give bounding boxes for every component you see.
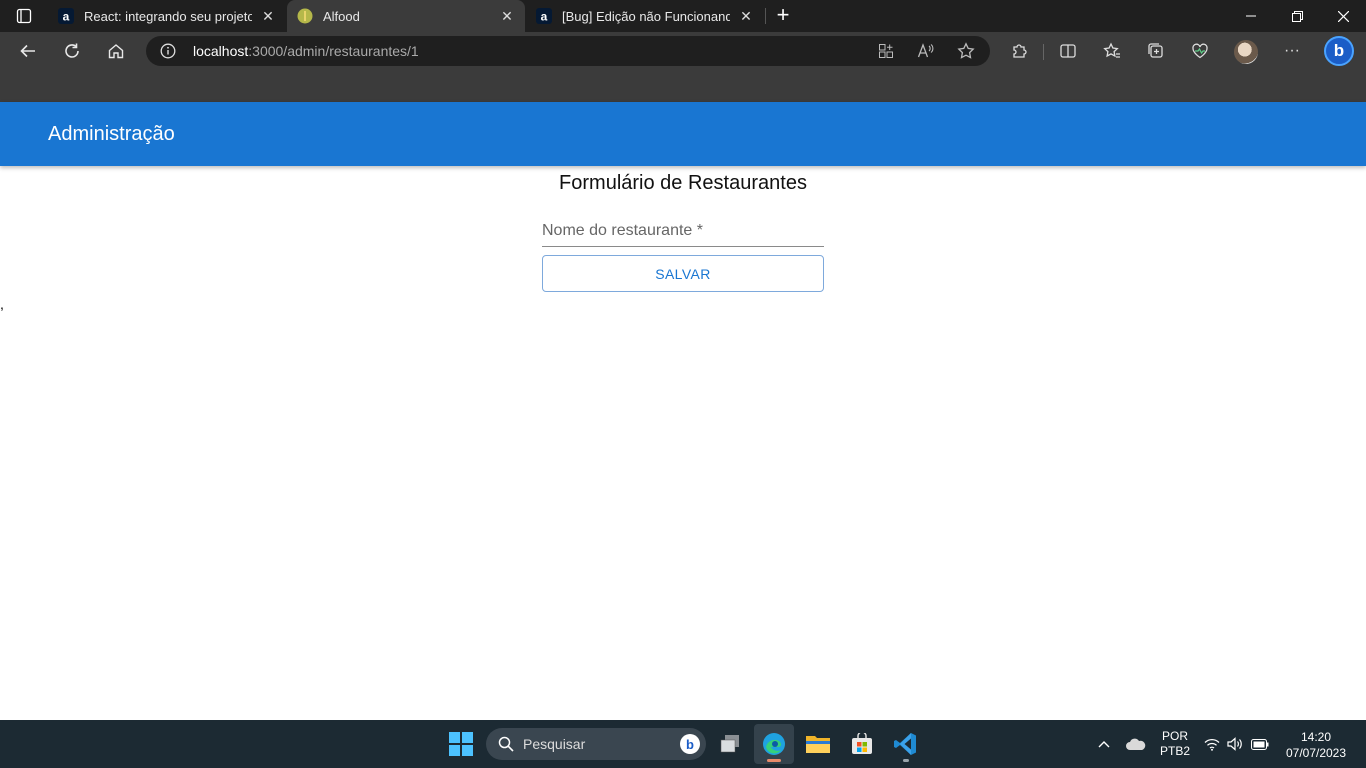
search-icon [498,736,514,752]
app-header-title: Administração [48,123,175,145]
info-icon[interactable] [160,43,176,59]
svg-text:a: a [541,10,548,24]
close-icon[interactable]: ✕ [499,8,515,24]
language-code: POR [1161,729,1188,743]
tab-bug[interactable]: a [Bug] Edição não Funcionando | ✕ [526,0,764,32]
bing-copilot-icon[interactable]: b [1324,36,1354,66]
browser-essentials-icon[interactable] [1189,40,1211,62]
running-app-indicator [903,759,909,762]
browser-tab-bar: a React: integrando seu projeto Re ✕ Alf… [0,0,1366,32]
restaurant-name-field[interactable]: Nome do restaurante * [542,214,824,247]
onedrive-cloud-icon[interactable] [1124,720,1148,768]
home-icon[interactable] [102,38,130,64]
microsoft-store-icon[interactable] [842,724,882,764]
show-hidden-icons-chevron-icon[interactable] [1094,720,1114,768]
tab-title: [Bug] Edição não Funcionando | [562,8,730,24]
svg-text:a: a [63,10,70,24]
windows-taskbar: Pesquisar b POR PTB2 14:20 07/07/2023 [0,720,1366,768]
clock-time: 14:20 [1300,730,1332,744]
tab-separator [765,8,766,24]
task-view-icon[interactable] [710,724,750,764]
taskbar-clock[interactable]: 14:20 07/07/2023 [1280,729,1352,761]
tab-title: Alfood [323,8,360,24]
search-placeholder: Pesquisar [523,736,586,752]
tab-actions-icon[interactable] [10,6,38,26]
close-icon[interactable]: ✕ [260,8,276,24]
new-tab-button[interactable]: + [772,4,794,27]
refresh-icon[interactable] [58,38,86,64]
vscode-icon[interactable] [886,724,926,764]
tab-title: React: integrando seu projeto Re [84,8,252,24]
url-path: :3000/admin/restaurantes/1 [248,43,419,59]
favorites-icon[interactable] [1101,40,1123,62]
file-explorer-icon[interactable] [798,724,838,764]
volume-icon[interactable] [1225,720,1245,768]
taskbar-search[interactable]: Pesquisar b [486,728,706,760]
collections-icon[interactable] [1145,40,1167,62]
restaurant-name-input[interactable] [542,214,824,246]
stray-text: , [0,296,4,312]
favorite-star-icon[interactable] [957,42,975,60]
tab-alfood[interactable]: Alfood ✕ [287,0,525,32]
bing-icon: b [680,734,700,754]
keyboard-layout: PTB2 [1159,744,1190,758]
tab-react[interactable]: a React: integrando seu projeto Re ✕ [48,0,286,32]
url-text[interactable]: localhost:3000/admin/restaurantes/1 [193,43,419,59]
profile-avatar[interactable] [1234,40,1258,64]
url-host: localhost [193,43,249,59]
app-available-icon[interactable] [877,42,895,60]
browser-favorites-bar [0,70,1366,102]
close-window-button[interactable] [1320,0,1366,32]
edge-taskbar-icon[interactable] [754,724,794,764]
toolbar-separator [1043,44,1044,60]
browser-toolbar: localhost:3000/admin/restaurantes/1 ··· … [0,32,1366,70]
split-screen-icon[interactable] [1057,40,1079,62]
alura-icon: a [536,8,552,24]
active-app-indicator [767,759,781,762]
alura-icon: a [58,8,74,24]
save-button[interactable]: SALVAR [542,255,824,292]
form-title: Formulário de Restaurantes [559,172,807,194]
wifi-icon[interactable] [1202,720,1222,768]
windows-start-icon[interactable] [449,732,473,756]
back-arrow-icon[interactable] [14,38,42,64]
more-options-icon[interactable]: ··· [1281,40,1303,62]
battery-icon[interactable] [1249,720,1271,768]
address-bar[interactable]: localhost:3000/admin/restaurantes/1 [146,36,990,66]
app-header: Administração [0,102,1366,166]
extensions-icon[interactable] [1008,40,1030,62]
restore-button[interactable] [1274,0,1320,32]
read-aloud-icon[interactable] [917,42,935,60]
minimize-button[interactable] [1228,0,1274,32]
alfood-icon [297,8,313,24]
close-icon[interactable]: ✕ [738,8,754,24]
clock-date: 07/07/2023 [1285,746,1347,760]
language-indicator[interactable]: POR PTB2 [1156,720,1194,768]
